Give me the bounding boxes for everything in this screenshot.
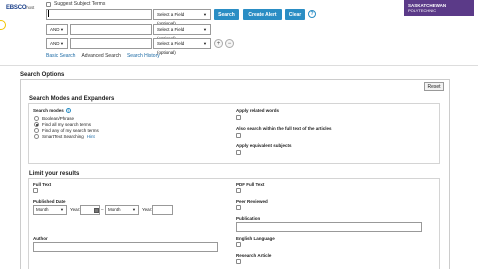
radio-find-any[interactable] (34, 127, 39, 133)
month-from-select[interactable]: Month ▼ (33, 205, 67, 215)
peer-reviewed-checkbox[interactable] (236, 205, 241, 210)
advanced-search-link[interactable]: Advanced Search (81, 53, 120, 59)
search-input-3[interactable] (70, 38, 152, 49)
radio-boolean-phrase[interactable] (34, 115, 39, 121)
full-text-label: Full Text (33, 182, 52, 187)
boolean-select-2[interactable]: AND ▼ (46, 24, 68, 35)
english-language-label: English Language (236, 236, 275, 241)
suggest-subject-terms-label: Suggest Subject Terms (54, 1, 106, 7)
apply-related-words-label: Apply related words (236, 108, 280, 113)
search-modes-radio-group: Boolean/Phrase Find all my search terms … (34, 115, 99, 139)
apply-equivalent-subjects-checkbox[interactable] (236, 150, 241, 155)
search-full-text-label: Also search within the full text of the … (236, 126, 332, 131)
suggest-subject-terms-checkbox[interactable] (46, 1, 51, 7)
create-alert-button[interactable]: Create Alert (243, 9, 282, 20)
full-text-checkbox[interactable] (33, 188, 38, 193)
dropdown-caret-icon: ▼ (60, 207, 64, 212)
search-button[interactable]: Search (214, 9, 239, 20)
dropdown-caret-icon: ▼ (203, 27, 207, 32)
pdf-full-text-checkbox[interactable] (236, 188, 241, 193)
english-language-checkbox[interactable] (236, 242, 241, 247)
peer-reviewed-label: Peer Reviewed (236, 199, 268, 204)
dropdown-caret-icon: ▼ (203, 12, 207, 17)
search-history-link[interactable]: Search History (127, 53, 160, 59)
reset-button[interactable]: Reset (424, 82, 444, 91)
help-icon[interactable]: ? (308, 10, 316, 18)
clear-button[interactable]: Clear (285, 9, 305, 20)
smarttext-hint-link[interactable]: Hint (87, 134, 95, 139)
add-row-button[interactable]: + (214, 39, 223, 48)
mode-option[interactable]: Find any of my search terms (34, 127, 99, 133)
dropdown-caret-icon: ▼ (60, 41, 64, 46)
institution-logo[interactable]: SASKATCHEWAN POLYTECHNIC (404, 0, 474, 16)
search-modes-label: Search modes? (33, 108, 71, 113)
field-select-2[interactable]: Select a Field (optional)▼ (153, 24, 211, 41)
limit-section-title: Limit your results (29, 171, 80, 177)
boolean-select-3[interactable]: AND ▼ (46, 38, 68, 49)
dropdown-caret-icon: ▼ (203, 41, 207, 46)
date-range-dash: – (101, 207, 104, 212)
modes-section-title: Search Modes and Expanders (29, 96, 115, 102)
suggest-subject-terms[interactable]: Suggest Subject Terms (46, 1, 105, 7)
dropdown-caret-icon: ▼ (132, 207, 136, 212)
remove-row-button[interactable]: − (225, 39, 234, 48)
publication-label: Publication (236, 216, 261, 221)
month-to-select[interactable]: Month ▼ (105, 205, 139, 215)
field-select-1[interactable]: Select a Field (optional)▼ (153, 9, 211, 26)
ebsco-logo[interactable]: EBSCOhost (6, 5, 34, 11)
help-icon[interactable]: ? (65, 108, 71, 113)
text-caret (48, 10, 49, 17)
cursor-indicator (0, 20, 6, 30)
basic-search-link[interactable]: Basic Search (46, 53, 75, 59)
apply-equivalent-subjects-label: Apply equivalent subjects (236, 143, 292, 148)
research-article-checkbox[interactable] (236, 259, 241, 264)
search-input-1[interactable] (46, 9, 152, 20)
divider (0, 65, 478, 66)
field-select-3[interactable]: Select a Field (optional) ▼ (153, 38, 211, 55)
search-full-text-checkbox[interactable] (236, 133, 241, 138)
author-input[interactable] (33, 242, 218, 252)
search-options-title: Search Options (20, 72, 65, 78)
calendar-icon[interactable] (94, 208, 99, 213)
published-date-label: Published Date (33, 199, 66, 204)
year-from-label: Year: (70, 207, 81, 212)
publication-input[interactable] (236, 222, 422, 232)
mode-option[interactable]: SmartText Searching Hint (34, 133, 99, 139)
pdf-full-text-label: PDF Full Text (236, 182, 265, 187)
search-type-links: Basic Search Advanced Search Search Hist… (46, 53, 160, 59)
radio-find-all[interactable] (34, 121, 39, 127)
year-to-input[interactable] (152, 205, 173, 215)
year-to-label: Year: (142, 207, 153, 212)
search-input-2[interactable] (70, 24, 152, 35)
dropdown-caret-icon: ▼ (60, 27, 64, 32)
apply-related-words-checkbox[interactable] (236, 115, 241, 120)
radio-smarttext[interactable] (34, 133, 39, 139)
mode-option[interactable]: Find all my search terms (34, 121, 99, 127)
author-label: Author (33, 236, 48, 241)
research-article-label: Research Article (236, 253, 272, 258)
